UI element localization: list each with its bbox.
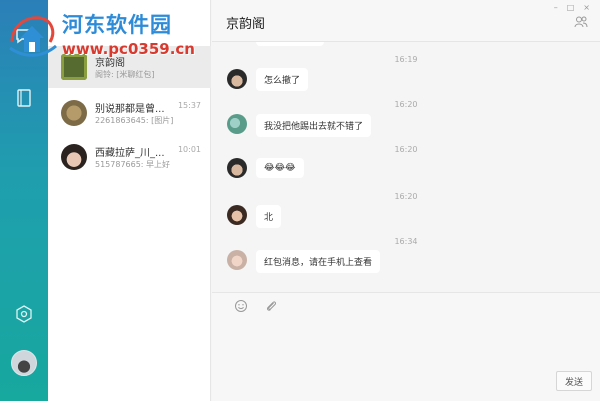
window-controls: – □ ×: [554, 3, 590, 12]
conversation-time: 15:37: [177, 101, 201, 110]
message-bubble: 怎么撤了: [256, 68, 309, 91]
message-time: 16:20: [394, 145, 418, 154]
avatar[interactable]: [227, 69, 247, 89]
chat-title: 京韵阁: [226, 17, 266, 32]
close-button[interactable]: ×: [583, 3, 590, 12]
conversation-list: 京韵阁 阁铃: [米聊红包] 别说那都是曾... 2261863645: [图片…: [48, 0, 211, 401]
conversation-time: 10:01: [177, 145, 201, 154]
emoji-icon[interactable]: [234, 299, 248, 313]
message-time: 16:19: [394, 55, 418, 64]
message-bubble: 😂😂😂: [256, 158, 304, 178]
avatar[interactable]: [227, 205, 247, 225]
conversation-preview: 阁铃: [米聊红包]: [95, 70, 155, 79]
my-avatar[interactable]: [11, 350, 37, 376]
group-members-icon[interactable]: [574, 16, 588, 28]
conversation-name: 别说那都是曾...: [95, 104, 165, 115]
avatar[interactable]: [227, 114, 247, 134]
conversation-item[interactable]: 别说那都是曾... 2261863645: [图片] 15:37: [48, 92, 211, 134]
settings-icon[interactable]: [12, 302, 36, 326]
message-composer[interactable]: 发送: [212, 292, 600, 401]
watermark-title: 河东软件园: [62, 12, 172, 37]
conversation-item[interactable]: 西藏拉萨_川_... 515787665: 早上好 10:01: [48, 136, 211, 178]
conversation-preview: 2261863645: [图片]: [95, 116, 174, 125]
message-bubble: 我没把他踢出去就不错了: [256, 114, 372, 137]
left-rail: [0, 0, 48, 401]
avatar: [61, 144, 87, 170]
avatar[interactable]: [227, 158, 247, 178]
chat-header: 京韵阁 – □ ×: [212, 0, 600, 42]
send-button[interactable]: 发送: [556, 371, 592, 391]
avatar: [61, 100, 87, 126]
watermark-url: www.pc0359.cn: [62, 40, 195, 58]
watermark-logo-icon: [9, 16, 57, 57]
contacts-icon[interactable]: [12, 86, 36, 110]
conversation-preview: 515787665: 早上好: [95, 160, 171, 169]
maximize-button[interactable]: □: [567, 3, 575, 12]
message-time: 16:34: [394, 237, 418, 246]
avatar[interactable]: [227, 250, 247, 270]
message-time: 16:20: [394, 192, 418, 201]
chat-panel: 京韵阁 – □ × 16:19 怎么撤了 16:20 我没把他踢出去就不错了 1…: [212, 0, 600, 401]
message-bubble: 红包消息，请在手机上查看: [256, 250, 381, 273]
minimize-button[interactable]: –: [554, 3, 558, 12]
conversation-name: 西藏拉萨_川_...: [95, 148, 165, 159]
message-time: 16:20: [394, 100, 418, 109]
attachment-icon[interactable]: [264, 299, 278, 313]
message-bubble: 北: [256, 205, 282, 228]
message-bubble-cutoff: [256, 42, 324, 46]
